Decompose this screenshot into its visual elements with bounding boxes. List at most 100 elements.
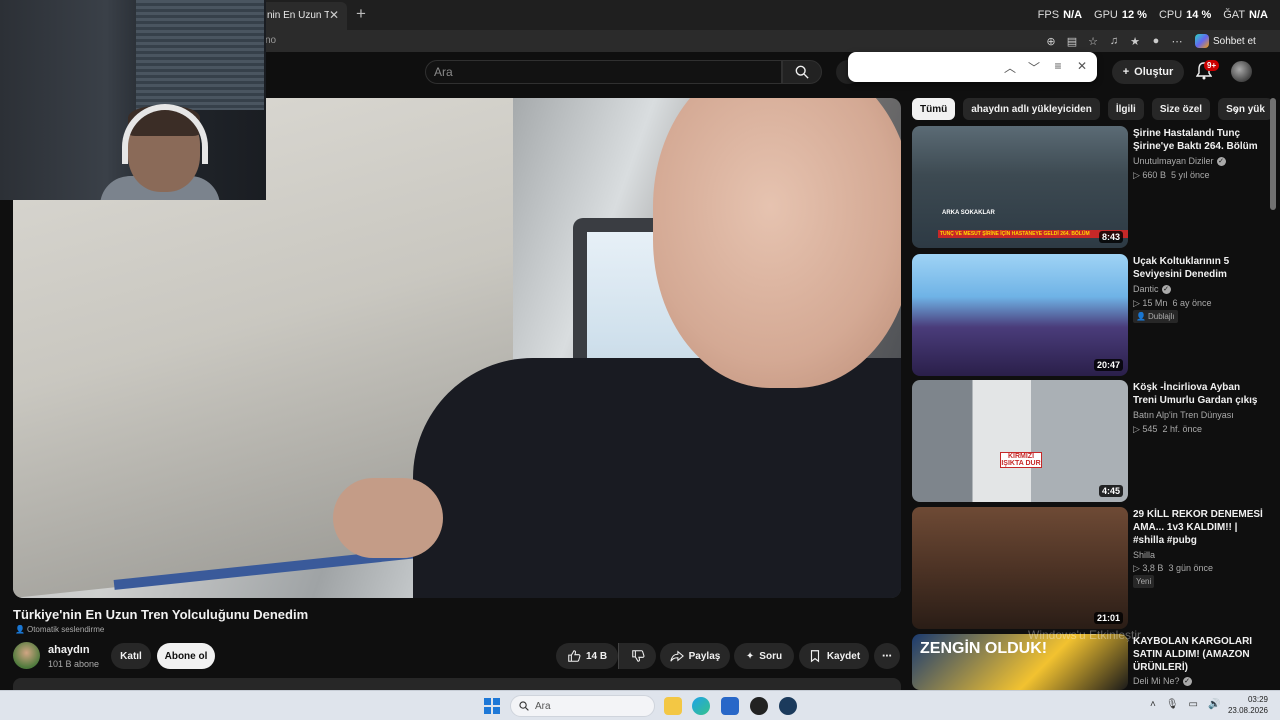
favorites-icon[interactable]: ★: [1126, 32, 1144, 50]
channel-name[interactable]: Dantic ✓: [1133, 284, 1171, 294]
video-title[interactable]: Şirine Hastalandı Tunç Şirine'ye Baktı 2…: [1133, 127, 1263, 153]
dub-text: Otomatik seslendirme: [26, 625, 105, 634]
find-close-icon[interactable]: ✕: [1074, 59, 1090, 73]
new-badge: Yeni: [1133, 575, 1155, 588]
microphone-icon[interactable]: 🎙: [1166, 699, 1179, 710]
verified-icon: ✓: [1161, 284, 1171, 294]
video-title[interactable]: 29 KİLL REKOR DENEMESİ AMA... 1v3 KALDIM…: [1133, 508, 1263, 547]
thumbnail-text: ZENGİN OLDUK!: [920, 640, 1048, 657]
system-tray: ˄ 🎙 ▭ 🔊: [1150, 699, 1220, 710]
network-icon[interactable]: ▭: [1189, 699, 1198, 710]
recommendation-item[interactable]: ARKA SOKAKLAR TUNÇ VE MESUT ŞİRİNE İÇİN …: [912, 126, 1267, 248]
save-button[interactable]: Kaydet: [799, 643, 869, 669]
media-icon[interactable]: ♫: [1105, 32, 1123, 50]
windows-start-icon[interactable]: [484, 698, 500, 714]
translate-icon[interactable]: ⊕: [1042, 32, 1060, 50]
plus-icon: +: [1122, 66, 1130, 78]
views: ▷ 660 B: [1133, 170, 1166, 180]
find-in-page-bar: ︿ ﹀ ≡ ✕: [848, 52, 1097, 82]
steam-icon[interactable]: [779, 697, 797, 715]
volume-icon[interactable]: 🔊: [1208, 699, 1220, 710]
favorite-star-icon[interactable]: ☆: [1084, 32, 1102, 50]
age: 3 gün önce: [1168, 563, 1213, 573]
search-button[interactable]: [782, 60, 822, 84]
subscribe-button[interactable]: Abone ol: [157, 643, 215, 669]
duration-badge: 20:47: [1093, 359, 1123, 371]
verified-icon: ✓: [1182, 676, 1192, 686]
thumbnail[interactable]: 20:47: [912, 254, 1128, 376]
url-text[interactable]: no: [265, 35, 276, 46]
store-icon[interactable]: [721, 697, 739, 715]
edge-browser-icon[interactable]: [692, 697, 710, 715]
recommendation-item[interactable]: 20:47 Uçak Koltuklarının 5 Seviyesini De…: [912, 254, 1267, 376]
dubbed-badge: 👤 Dublajlı: [1133, 310, 1178, 323]
search-input[interactable]: [426, 61, 781, 83]
copilot-icon: [1195, 34, 1209, 48]
taskbar-search-placeholder: Ara: [535, 700, 551, 712]
description-box[interactable]: [13, 678, 901, 690]
search-icon: [795, 65, 809, 79]
fps-readout: FPS N/A: [1037, 9, 1083, 21]
thumbnail[interactable]: 21:01: [912, 507, 1128, 629]
thumbnail[interactable]: ZENGİN OLDUK!: [912, 634, 1128, 690]
find-next-icon[interactable]: ﹀: [1026, 59, 1042, 76]
ask-label: Soru: [759, 650, 783, 662]
windows-activation-watermark: Windows'u Etkinleştir: [1028, 628, 1141, 642]
dub-icon: 👤: [15, 625, 25, 634]
gpu-readout: GPU 12 %: [1094, 9, 1147, 21]
find-options-icon[interactable]: ≡: [1050, 59, 1066, 73]
recommendation-item[interactable]: 21:01 29 KİLL REKOR DENEMESİ AMA... 1v3 …: [912, 507, 1267, 629]
age: 5 yıl önce: [1170, 170, 1210, 180]
search-box: [425, 60, 782, 84]
thumbs-down-icon: [631, 650, 644, 662]
profile-icon[interactable]: ●: [1147, 32, 1165, 50]
chevron-up-icon[interactable]: ˄: [1150, 699, 1156, 710]
find-previous-icon[interactable]: ︿: [1002, 59, 1018, 76]
chip-all[interactable]: Tümü: [912, 98, 956, 120]
channel-name[interactable]: Shilla: [1133, 550, 1155, 560]
dislike-button[interactable]: [618, 643, 656, 669]
chip-related[interactable]: İlgili: [1107, 98, 1144, 120]
account-avatar[interactable]: [1231, 61, 1252, 82]
find-input[interactable]: [856, 58, 996, 76]
file-explorer-icon[interactable]: [664, 697, 682, 715]
browser-tab[interactable]: nin En Uzun Tren ✕: [255, 2, 347, 30]
chip-recent[interactable]: Son yük: [1218, 98, 1273, 120]
channel-name[interactable]: Unutulmayan Diziler ✓: [1133, 156, 1226, 166]
join-button[interactable]: Katıl: [111, 643, 151, 669]
share-button[interactable]: Paylaş: [660, 643, 730, 669]
obs-icon[interactable]: [750, 697, 768, 715]
chip-for-you[interactable]: Size özel: [1151, 98, 1211, 120]
page-scrollbar[interactable]: [1270, 98, 1276, 210]
channel-avatar[interactable]: [13, 642, 40, 669]
gat-readout: ĞAT N/A: [1223, 9, 1268, 21]
new-tab-button[interactable]: +: [352, 4, 370, 24]
like-button[interactable]: 14 B: [556, 643, 618, 669]
channel-name[interactable]: Deli Mi Ne? ✓: [1133, 676, 1192, 686]
channel-name[interactable]: Batın Alp'in Tren Dünyası: [1133, 410, 1234, 420]
video-frame-face: [653, 98, 901, 388]
ask-button[interactable]: ✦ Soru: [734, 643, 794, 669]
chevron-right-icon[interactable]: ›: [1234, 102, 1239, 118]
channel-name[interactable]: ahaydın: [48, 644, 90, 656]
video-title[interactable]: KAYBOLAN KARGOLARI SATIN ALDIM! (AMAZON …: [1133, 635, 1263, 674]
duration-badge: 21:01: [1093, 612, 1123, 624]
more-dots-icon: ⋯: [882, 650, 892, 662]
video-title[interactable]: Uçak Koltuklarının 5 Seviyesini Denedim: [1133, 255, 1263, 281]
recommendation-item[interactable]: ZENGİN OLDUK! KAYBOLAN KARGOLARI SATIN A…: [912, 634, 1267, 690]
more-actions-button[interactable]: ⋯: [874, 643, 900, 669]
taskbar-search[interactable]: Ara: [510, 695, 655, 717]
video-title[interactable]: Köşk -İncirliova Ayban Treni Umurlu Gard…: [1133, 381, 1263, 407]
taskbar-clock[interactable]: 03:29 23.08.2026: [1226, 694, 1268, 716]
more-icon[interactable]: ⋯: [1168, 32, 1186, 50]
reader-icon[interactable]: ▤: [1063, 32, 1081, 50]
copilot-button[interactable]: Sohbet et: [1195, 34, 1256, 48]
video-meta: ▷ 3,8 B 3 gün önce: [1133, 563, 1213, 574]
thumbnail[interactable]: ARKA SOKAKLAR TUNÇ VE MESUT ŞİRİNE İÇİN …: [912, 126, 1128, 248]
chip-from-uploader[interactable]: ahaydın adlı yükleyiciden: [963, 98, 1100, 120]
thumbnail[interactable]: KIRMIZI IŞIKTA DUR 4:45: [912, 380, 1128, 502]
create-button[interactable]: + Oluştur: [1112, 60, 1184, 84]
close-tab-icon[interactable]: ✕: [329, 8, 339, 22]
views: ▷ 15 Mn: [1133, 298, 1168, 308]
recommendation-item[interactable]: KIRMIZI IŞIKTA DUR 4:45 Köşk -İncirliova…: [912, 380, 1267, 502]
